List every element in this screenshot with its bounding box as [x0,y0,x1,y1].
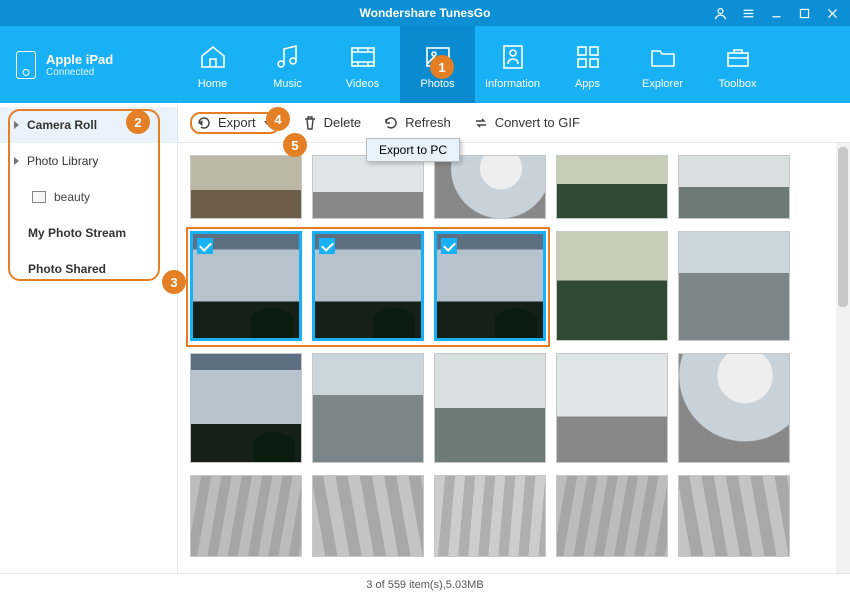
photo-thumbnail[interactable] [312,231,424,341]
device-status: Connected [46,67,113,78]
window-controls [706,0,846,26]
home-icon [196,40,230,74]
status-bar: 3 of 559 item(s),5.03MB [0,573,850,595]
photo-thumbnail[interactable] [312,155,424,219]
chevron-right-icon [14,157,19,165]
check-icon [441,238,457,254]
photo-thumbnail[interactable] [434,155,546,219]
device-name: Apple iPad [46,52,113,67]
image-icon [32,191,46,203]
menu-icon[interactable] [734,2,762,24]
sidebar-item-label: Photo Shared [28,262,106,276]
tab-label: Home [198,78,227,90]
close-button[interactable] [818,2,846,24]
main-area: Export Delete Refresh Convert to GIF Exp… [178,103,850,573]
export-dropdown: Export to PC [366,138,460,162]
photo-thumbnail[interactable] [434,231,546,341]
refresh-button[interactable]: Refresh [383,115,451,131]
tab-music[interactable]: Music [250,26,325,103]
photo-thumbnail[interactable] [556,353,668,463]
tab-toolbox[interactable]: Toolbox [700,26,775,103]
sidebar-item-label: beauty [54,190,90,204]
check-icon [319,238,335,254]
convert-icon [473,115,489,131]
delete-button[interactable]: Delete [302,115,362,131]
music-icon [271,40,305,74]
sidebar-item-photo-library[interactable]: Photo Library [0,143,177,179]
status-text: 3 of 559 item(s),5.03MB [366,579,483,591]
tab-label: Explorer [642,78,683,90]
tab-photos[interactable]: Photos [400,26,475,103]
tab-home[interactable]: Home [175,26,250,103]
photo-thumbnail[interactable] [434,353,546,463]
chevron-down-icon [264,121,270,125]
sidebar-item-beauty[interactable]: beauty [0,179,177,215]
information-icon [496,40,530,74]
photo-thumbnail[interactable] [556,475,668,557]
photo-thumbnail[interactable] [556,155,668,219]
photo-thumbnail[interactable] [678,475,790,557]
export-label: Export [218,115,256,130]
sidebar: Camera Roll Photo Library beauty My Phot… [0,103,178,573]
toolbar: Export Delete Refresh Convert to GIF [178,103,850,143]
title-bar: Wondershare TunesGo [0,0,850,26]
trash-icon [302,115,318,131]
photo-thumbnail[interactable] [190,475,302,557]
tablet-icon [16,51,36,79]
export-icon [196,115,212,131]
delete-label: Delete [324,115,362,130]
photo-thumbnail[interactable] [190,231,302,341]
tab-label: Apps [575,78,600,90]
sidebar-item-label: My Photo Stream [28,226,126,240]
sidebar-item-my-photo-stream[interactable]: My Photo Stream [0,215,177,251]
tab-label: Videos [346,78,379,90]
apps-icon [571,40,605,74]
photo-thumbnail[interactable] [312,353,424,463]
sidebar-item-camera-roll[interactable]: Camera Roll [0,107,177,143]
refresh-label: Refresh [405,115,451,130]
nav-tabs: Home Music Videos Photos Information App… [175,26,850,103]
tab-label: Photos [420,78,454,90]
explorer-icon [646,40,680,74]
export-to-pc-item[interactable]: Export to PC [367,139,459,161]
photos-icon [421,40,455,74]
refresh-icon [383,115,399,131]
tab-label: Information [485,78,540,90]
body: Camera Roll Photo Library beauty My Phot… [0,103,850,573]
photo-thumbnail[interactable] [678,155,790,219]
tab-label: Music [273,78,302,90]
check-icon [197,238,213,254]
device-info[interactable]: Apple iPad Connected [0,26,175,103]
tab-explorer[interactable]: Explorer [625,26,700,103]
photo-thumbnail[interactable] [556,231,668,341]
chevron-right-icon [14,121,19,129]
convert-label: Convert to GIF [495,115,580,130]
export-button[interactable]: Export [190,112,280,134]
toolbox-icon [721,40,755,74]
tab-label: Toolbox [719,78,757,90]
scrollbar[interactable] [836,143,850,573]
sidebar-item-label: Photo Library [27,154,98,168]
sidebar-item-label: Camera Roll [27,118,97,132]
minimize-button[interactable] [762,2,790,24]
photo-thumbnail[interactable] [434,475,546,557]
tab-apps[interactable]: Apps [550,26,625,103]
top-navigation: Apple iPad Connected Home Music Videos P… [0,26,850,103]
photo-thumbnail[interactable] [678,353,790,463]
photo-grid [178,143,850,573]
videos-icon [346,40,380,74]
maximize-button[interactable] [790,2,818,24]
photo-thumbnail[interactable] [678,231,790,341]
convert-gif-button[interactable]: Convert to GIF [473,115,580,131]
photo-thumbnail[interactable] [312,475,424,557]
tab-information[interactable]: Information [475,26,550,103]
photo-thumbnail[interactable] [190,155,302,219]
sidebar-item-photo-shared[interactable]: Photo Shared [0,251,177,287]
photo-thumbnail[interactable] [190,353,302,463]
tab-videos[interactable]: Videos [325,26,400,103]
user-icon[interactable] [706,2,734,24]
